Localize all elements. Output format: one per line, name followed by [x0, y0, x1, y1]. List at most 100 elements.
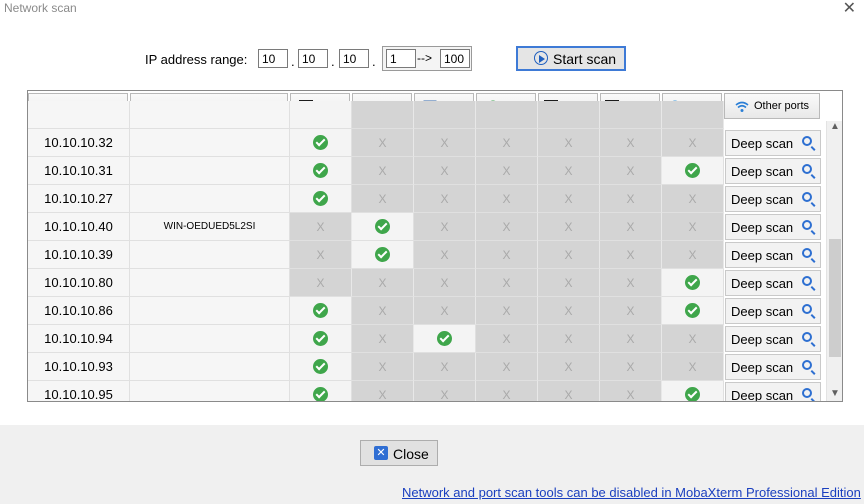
ftp-status-cell: X — [476, 297, 538, 325]
ssh-status-cell[interactable] — [290, 297, 352, 325]
scroll-down-icon[interactable]: ▼ — [830, 388, 840, 399]
deep-scan-button[interactable]: Deep scan — [725, 382, 821, 402]
table-row[interactable]: 10.10.10.32 X X X X X X Deep scan — [28, 129, 828, 157]
table-row[interactable]: 10.10.10.27 X X X X X X Deep scan — [28, 185, 828, 213]
deep-scan-button[interactable]: Deep scan — [725, 158, 821, 184]
deep-scan-button[interactable]: Deep scan — [725, 270, 821, 296]
http-status-cell[interactable] — [662, 269, 724, 297]
table-row[interactable]: 10.10.10.31 X X X X X Deep scan — [28, 157, 828, 185]
ip-octet-2-input[interactable]: 10 — [298, 49, 328, 68]
deep-scan-label: Deep scan — [731, 276, 794, 291]
table-row[interactable]: 10.10.10.94 X X X X X Deep scan — [28, 325, 828, 353]
check-icon — [375, 247, 390, 262]
ssh-status-cell[interactable] — [290, 157, 352, 185]
play-icon — [534, 51, 548, 65]
check-icon — [685, 303, 700, 318]
dialog-content: IP address range: 10 . 10 . 10 . 1 --> 1… — [0, 18, 864, 425]
deep-scan-label: Deep scan — [731, 388, 794, 402]
window-close-icon[interactable]: ✕ — [843, 0, 856, 18]
telnet-status-cell: X — [538, 157, 600, 185]
vnc-status-cell[interactable] — [414, 325, 476, 353]
deep-scan-button[interactable]: Deep scan — [725, 214, 821, 240]
http-status-cell: X — [662, 325, 724, 353]
vnc-status-cell: X — [414, 269, 476, 297]
magnifier-icon — [802, 248, 812, 258]
service-cell — [414, 101, 476, 129]
ip-range-label: IP address range: — [145, 52, 248, 67]
magnifier-icon — [802, 164, 812, 174]
rlogin-status-cell: X — [600, 129, 662, 157]
range-end-input[interactable]: 100 — [440, 49, 470, 68]
ip-octet-3-input[interactable]: 10 — [339, 49, 369, 68]
magnifier-icon — [802, 388, 812, 398]
ssh-status-cell[interactable] — [290, 129, 352, 157]
rlogin-status-cell: X — [600, 241, 662, 269]
deep-scan-label: Deep scan — [731, 220, 794, 235]
service-cell — [600, 101, 662, 129]
name-cell — [130, 353, 290, 381]
http-status-cell: X — [662, 353, 724, 381]
check-icon — [313, 135, 328, 150]
rdp-status-cell: X — [352, 269, 414, 297]
table-row[interactable]: 10.10.10.39 X X X X X X Deep scan — [28, 241, 828, 269]
deep-scan-label: Deep scan — [731, 192, 794, 207]
ftp-status-cell: X — [476, 325, 538, 353]
http-status-cell[interactable] — [662, 381, 724, 401]
ip-cell: 10.10.10.31 — [28, 157, 130, 185]
rdp-status-cell[interactable] — [352, 241, 414, 269]
ssh-status-cell[interactable] — [290, 381, 352, 401]
deep-scan-label: Deep scan — [731, 304, 794, 319]
magnifier-icon — [802, 276, 812, 286]
check-icon — [313, 387, 328, 401]
telnet-status-cell: X — [538, 269, 600, 297]
name-cell — [130, 381, 290, 401]
table-row[interactable]: 10.10.10.93 X X X X X X Deep scan — [28, 353, 828, 381]
scroll-up-icon[interactable]: ▲ — [830, 121, 840, 132]
name-cell — [130, 325, 290, 353]
professional-edition-link[interactable]: Network and port scan tools can be disab… — [402, 485, 861, 500]
ip-cell: 10.10.10.40 — [28, 213, 130, 241]
magnifier-icon — [802, 192, 812, 202]
deep-scan-button[interactable]: Deep scan — [725, 326, 821, 352]
rdp-status-cell: X — [352, 381, 414, 401]
deep-scan-button[interactable]: Deep scan — [725, 130, 821, 156]
table-row-partial — [28, 101, 828, 129]
rdp-status-cell[interactable] — [352, 213, 414, 241]
range-arrow: --> — [417, 51, 432, 65]
vnc-status-cell: X — [414, 185, 476, 213]
check-icon — [437, 331, 452, 346]
ip-octet-1-input[interactable]: 10 — [258, 49, 288, 68]
rdp-status-cell: X — [352, 185, 414, 213]
close-button[interactable]: ✕ Close — [360, 440, 438, 466]
vertical-scrollbar[interactable]: ▲ ▼ — [826, 121, 842, 401]
table-row[interactable]: 10.10.10.80 X X X X X X Deep scan — [28, 269, 828, 297]
ssh-status-cell[interactable] — [290, 353, 352, 381]
deep-scan-button[interactable]: Deep scan — [725, 242, 821, 268]
ip-cell: 10.10.10.39 — [28, 241, 130, 269]
ssh-status-cell[interactable] — [290, 325, 352, 353]
http-status-cell[interactable] — [662, 157, 724, 185]
telnet-status-cell: X — [538, 129, 600, 157]
rlogin-status-cell: X — [600, 157, 662, 185]
ftp-status-cell: X — [476, 269, 538, 297]
scroll-thumb[interactable] — [829, 239, 841, 357]
vnc-status-cell: X — [414, 157, 476, 185]
deep-scan-button[interactable]: Deep scan — [725, 186, 821, 212]
table-row[interactable]: 10.10.10.86 X X X X X Deep scan — [28, 297, 828, 325]
start-scan-button[interactable]: Start scan — [516, 46, 626, 71]
table-row[interactable]: 10.10.10.95 X X X X X Deep scan — [28, 381, 828, 402]
range-start-input[interactable]: 1 — [386, 49, 416, 68]
table-row[interactable]: 10.10.10.40 WIN-OEDUED5L2SI X X X X X X Deep sca… — [28, 213, 828, 241]
http-status-cell[interactable] — [662, 297, 724, 325]
rdp-status-cell: X — [352, 325, 414, 353]
deep-scan-label: Deep scan — [731, 332, 794, 347]
deep-scan-button[interactable]: Deep scan — [725, 298, 821, 324]
name-cell — [130, 101, 290, 129]
ssh-status-cell[interactable] — [290, 185, 352, 213]
rdp-status-cell: X — [352, 297, 414, 325]
vnc-status-cell: X — [414, 241, 476, 269]
service-cell — [290, 101, 352, 129]
telnet-status-cell: X — [538, 325, 600, 353]
deep-scan-button[interactable]: Deep scan — [725, 354, 821, 380]
vnc-status-cell: X — [414, 297, 476, 325]
